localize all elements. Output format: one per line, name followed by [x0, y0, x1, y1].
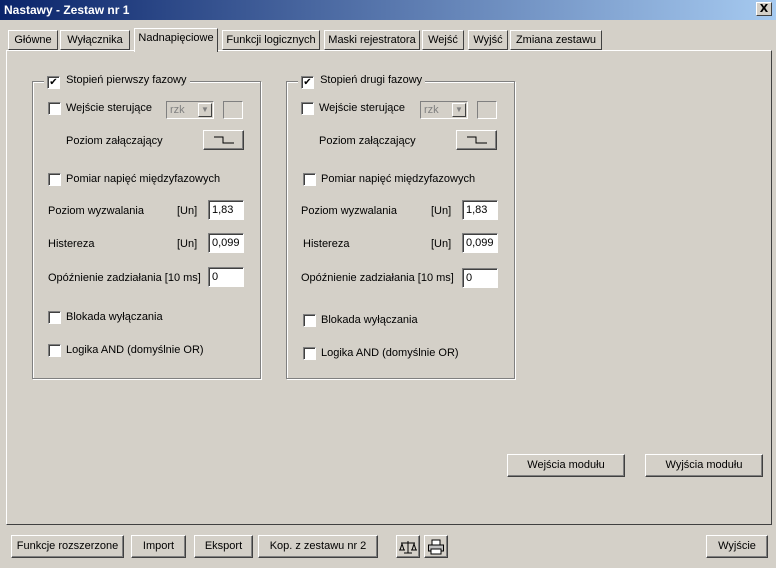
stage1-activation-level-label: Poziom załączający — [66, 135, 163, 147]
stage1-trigger-level-unit: [Un] — [177, 205, 198, 217]
print-button[interactable] — [424, 535, 448, 558]
window-title: Nastawy - Zestaw nr 1 — [4, 3, 130, 17]
stage1-enable-checkbox[interactable]: ✔ — [47, 76, 60, 89]
printer-icon — [428, 539, 444, 554]
exit-button[interactable]: Wyjście — [706, 535, 768, 558]
stage2-control-input-checkbox[interactable] — [301, 102, 314, 115]
stage1-trigger-level-input[interactable]: 1,83 — [208, 200, 244, 220]
stage1-phase-voltage-checkbox[interactable] — [48, 173, 61, 186]
stage2-group — [286, 81, 515, 379]
stage1-delay-label: Opóźnienie zadziałania [10 ms] — [48, 272, 201, 284]
stage2-enable-checkbox[interactable]: ✔ — [301, 76, 314, 89]
stage1-block-label: Blokada wyłączania — [66, 311, 163, 323]
chevron-down-icon: ▼ — [198, 103, 212, 117]
tab-zmiana-zestawu[interactable]: Zmiana zestawu — [510, 30, 602, 50]
stage1-activation-level-button[interactable] — [203, 130, 244, 150]
export-button[interactable]: Eksport — [194, 535, 253, 558]
stage2-logic-label: Logika AND (domyślnie OR) — [321, 347, 459, 359]
close-button[interactable]: X — [756, 2, 772, 16]
extended-functions-button[interactable]: Funkcje rozszerzone — [11, 535, 124, 558]
stage2-trigger-level-label: Poziom wyzwalania — [301, 205, 397, 217]
stage2-hysteresis-unit: [Un] — [431, 238, 452, 250]
stage2-control-input-box[interactable] — [477, 101, 497, 119]
tab-glowne[interactable]: Główne — [8, 30, 58, 50]
stage1-control-input-combo[interactable]: rzk ▼ — [166, 101, 214, 119]
stage2-title: Stopień drugi fazowy — [320, 74, 423, 86]
stage1-hysteresis-unit: [Un] — [177, 238, 198, 250]
tab-funkcji-logicznych[interactable]: Funkcji logicznych — [222, 30, 320, 50]
stage2-delay-input[interactable]: 0 — [462, 268, 498, 288]
stage1-phase-voltage-label: Pomiar napięć międzyfazowych — [66, 173, 221, 185]
stage1-control-input-box[interactable] — [223, 101, 243, 119]
stage2-phase-voltage-checkbox[interactable] — [303, 173, 316, 186]
title-bar: Nastawy - Zestaw nr 1 X — [0, 0, 776, 20]
stage1-control-input-label: Wejście sterujące — [66, 102, 152, 114]
stage1-legend: ✔ Stopień pierwszy fazowy — [44, 74, 190, 90]
stage1-logic-checkbox[interactable] — [48, 344, 61, 357]
stage2-activation-level-button[interactable] — [456, 130, 497, 150]
stage2-hysteresis-label: Histereza — [303, 238, 350, 250]
stage2-combo-value: rzk — [424, 104, 439, 116]
stage1-hysteresis-input[interactable]: 0,099 — [208, 233, 244, 253]
stage1-delay-input[interactable]: 0 — [208, 267, 244, 287]
module-inputs-button[interactable]: Wejścia modułu — [507, 454, 625, 477]
stage1-logic-label: Logika AND (domyślnie OR) — [66, 344, 204, 356]
stage2-trigger-level-input[interactable]: 1,83 — [462, 200, 498, 220]
stage1-group — [32, 81, 261, 379]
tab-nadnapieciowe[interactable]: Nadnapięciowe — [134, 28, 218, 52]
copy-from-set-button[interactable]: Kop. z zestawu nr 2 — [258, 535, 378, 558]
tab-wylacznika[interactable]: Wyłącznika — [60, 30, 130, 50]
step-edge-icon — [213, 136, 234, 144]
stage2-hysteresis-input[interactable]: 0,099 — [462, 233, 498, 253]
stage2-phase-voltage-label: Pomiar napięć międzyfazowych — [321, 173, 476, 185]
step-edge-icon — [466, 136, 487, 144]
stage1-block-checkbox[interactable] — [48, 311, 61, 324]
tab-maski-rejestratora[interactable]: Maski rejestratora — [324, 30, 420, 50]
chevron-down-icon: ▼ — [452, 103, 466, 117]
compare-button[interactable] — [396, 535, 420, 558]
stage2-logic-checkbox[interactable] — [303, 347, 316, 360]
stage2-trigger-level-unit: [Un] — [431, 205, 452, 217]
tab-wyjsc[interactable]: Wyjść — [468, 30, 508, 50]
scales-icon — [399, 540, 417, 553]
stage1-title: Stopień pierwszy fazowy — [66, 74, 187, 86]
import-button[interactable]: Import — [131, 535, 186, 558]
stage1-hysteresis-label: Histereza — [48, 238, 95, 250]
stage2-legend: ✔ Stopień drugi fazowy — [298, 74, 426, 90]
tab-wejsc[interactable]: Wejść — [422, 30, 464, 50]
stage1-trigger-level-label: Poziom wyzwalania — [48, 205, 144, 217]
stage2-delay-label: Opóźnienie zadziałania [10 ms] — [301, 272, 454, 284]
stage2-control-input-combo[interactable]: rzk ▼ — [420, 101, 468, 119]
stage2-control-input-label: Wejście sterujące — [319, 102, 405, 114]
module-outputs-button[interactable]: Wyjścia modułu — [645, 454, 763, 477]
stage1-combo-value: rzk — [170, 104, 185, 116]
stage2-block-label: Blokada wyłączania — [321, 314, 418, 326]
stage2-activation-level-label: Poziom załączający — [319, 135, 416, 147]
stage1-control-input-checkbox[interactable] — [48, 102, 61, 115]
stage2-block-checkbox[interactable] — [303, 314, 316, 327]
